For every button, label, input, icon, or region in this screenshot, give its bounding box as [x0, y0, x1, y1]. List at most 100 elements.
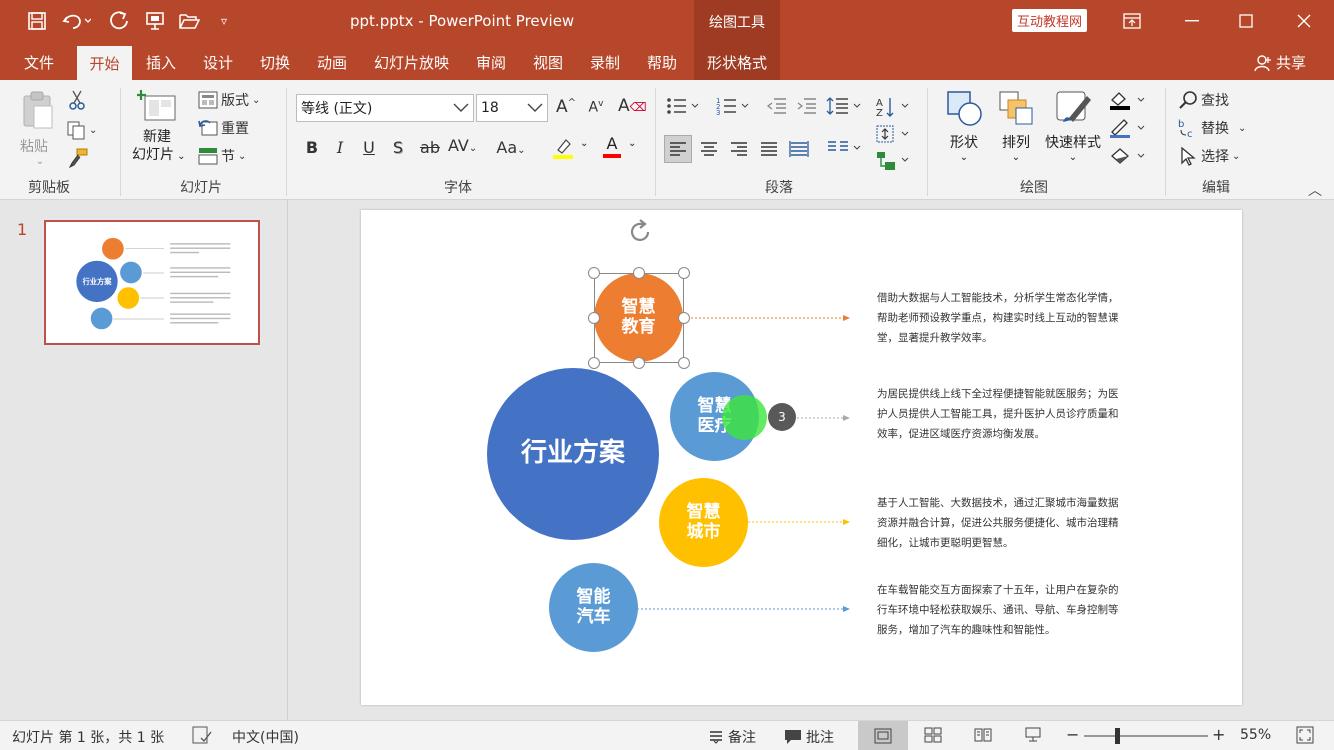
quick-styles-button[interactable]: 快速样式 ⌄ — [1040, 88, 1106, 163]
align-left-button[interactable] — [664, 135, 692, 163]
cut-icon[interactable] — [68, 90, 86, 110]
chevron-down-icon[interactable]: ⌄ — [580, 138, 588, 149]
medical-description[interactable]: 为居民提供线上线下全过程便捷智能就医服务；为医护人员提供人工智能工具，提升医护人… — [877, 384, 1127, 444]
resize-handle[interactable] — [588, 357, 600, 369]
car-circle[interactable]: 智能 汽车 — [549, 563, 638, 652]
reset-button[interactable]: 重置 — [198, 118, 249, 138]
smartart-icon[interactable] — [876, 150, 910, 176]
collapse-ribbon-icon[interactable]: ︿ — [1308, 180, 1322, 200]
shadow-button[interactable]: S — [386, 138, 410, 157]
align-center-icon[interactable] — [696, 136, 722, 166]
car-description[interactable]: 在车载智能交互方面探索了十五年，让用户在复杂的行车环境中轻松获取娱乐、通讯、导航… — [877, 580, 1127, 640]
font-color-button[interactable]: A — [600, 134, 624, 160]
resize-handle[interactable] — [633, 357, 645, 369]
justify-icon[interactable] — [756, 136, 782, 166]
tab-insert[interactable]: 插入 — [146, 44, 176, 80]
layout-button[interactable]: 版式 ⌄ — [198, 90, 260, 110]
bold-button[interactable]: B — [300, 138, 324, 157]
redo-icon[interactable] — [106, 8, 132, 34]
resize-handle[interactable] — [678, 267, 690, 279]
language-status[interactable]: 中文(中国) — [232, 727, 299, 747]
minimize-icon[interactable] — [1172, 6, 1212, 36]
underline-button[interactable]: U — [357, 138, 381, 157]
shape-effects-icon[interactable] — [1108, 146, 1148, 170]
zoom-in-icon[interactable]: + — [1212, 725, 1225, 744]
slide-sorter-icon[interactable] — [924, 727, 942, 743]
tab-record[interactable]: 录制 — [590, 44, 620, 80]
replace-button[interactable]: bc 替换 ⌄ — [1178, 118, 1246, 138]
tab-home[interactable]: 开始 — [77, 46, 132, 80]
paste-button[interactable]: 粘贴 ⌄ — [20, 90, 60, 167]
tab-review[interactable]: 审阅 — [476, 44, 506, 80]
rotate-handle-icon[interactable] — [626, 218, 654, 250]
bullets-icon[interactable] — [666, 96, 700, 120]
close-icon[interactable] — [1284, 6, 1324, 36]
resize-handle[interactable] — [678, 357, 690, 369]
shapes-button[interactable]: 形状 ⌄ — [942, 88, 986, 163]
tab-slideshow[interactable]: 幻灯片放映 — [374, 44, 449, 80]
fit-to-window-icon[interactable] — [1296, 726, 1314, 744]
decrease-font-icon[interactable]: Av — [584, 99, 608, 116]
tab-help[interactable]: 帮助 — [647, 44, 677, 80]
resize-handle[interactable] — [678, 312, 690, 324]
zoom-level[interactable]: 55% — [1240, 727, 1271, 743]
select-button[interactable]: 选择 ⌄ — [1178, 146, 1240, 166]
section-button[interactable]: 节 ⌄ — [198, 146, 246, 166]
chevron-down-icon[interactable]: ⌄ — [628, 138, 636, 149]
find-button[interactable]: 查找 — [1178, 90, 1229, 110]
animation-path-marker[interactable] — [722, 395, 767, 440]
distributed-icon[interactable] — [786, 136, 812, 166]
numbering-icon[interactable]: 123 — [716, 96, 750, 120]
center-circle[interactable]: 行业方案 — [487, 368, 659, 540]
comments-button[interactable]: 批注 — [784, 727, 834, 747]
slide-canvas[interactable]: 行业方案 智慧 教育 智慧 医疗 智慧 城市 智能 汽车 3 借助大数据与人工智能技术，… — [361, 210, 1242, 705]
shape-fill-icon[interactable] — [1108, 90, 1148, 114]
present-icon[interactable] — [142, 8, 168, 34]
decrease-indent-icon[interactable] — [766, 96, 788, 120]
clear-format-icon[interactable]: A⌫ — [618, 96, 647, 116]
ribbon-display-icon[interactable] — [1112, 6, 1152, 36]
font-name-select[interactable]: 等线 (正文) — [296, 94, 474, 122]
maximize-icon[interactable] — [1226, 6, 1266, 36]
resize-handle[interactable] — [633, 267, 645, 279]
brand-button[interactable]: 互动教程网 — [1012, 9, 1088, 32]
zoom-slider-thumb[interactable] — [1115, 728, 1120, 744]
format-painter-icon[interactable] — [68, 148, 88, 168]
resize-handle[interactable] — [588, 267, 600, 279]
line-spacing-icon[interactable] — [826, 96, 862, 120]
arrange-button[interactable]: 排列 ⌄ — [994, 88, 1038, 163]
tab-animations[interactable]: 动画 — [317, 44, 347, 80]
animation-order-badge[interactable]: 3 — [768, 403, 796, 431]
copy-button[interactable]: ⌄ — [66, 120, 97, 140]
tab-view[interactable]: 视图 — [533, 44, 563, 80]
resize-handle[interactable] — [588, 312, 600, 324]
change-case-button[interactable]: Aa⌄ — [496, 138, 526, 157]
slide-thumbnail[interactable]: 行业方案 — [44, 220, 260, 345]
tab-transitions[interactable]: 切换 — [260, 44, 290, 80]
open-folder-icon[interactable] — [176, 8, 202, 34]
save-icon[interactable] — [24, 8, 50, 34]
align-text-icon[interactable] — [876, 124, 910, 148]
font-size-select[interactable]: 18 — [476, 94, 548, 122]
char-spacing-button[interactable]: AV⌄ — [448, 136, 477, 155]
tab-file[interactable]: 文件 — [24, 44, 54, 80]
align-right-icon[interactable] — [726, 136, 752, 166]
text-direction-icon[interactable]: AZ — [876, 96, 910, 122]
zoom-slider[interactable] — [1084, 728, 1208, 744]
accessibility-icon[interactable] — [192, 726, 212, 744]
highlight-color-button[interactable] — [552, 136, 576, 160]
new-slide-button[interactable]: 新建 幻灯片 ⌄ — [132, 88, 186, 166]
slideshow-view-icon[interactable] — [1024, 727, 1042, 743]
customize-icon[interactable]: ▿ — [214, 8, 234, 34]
shape-outline-icon[interactable] — [1108, 118, 1148, 142]
share-button[interactable]: 共享 — [1254, 52, 1306, 73]
tab-shape-format[interactable]: 形状格式 — [694, 44, 780, 80]
normal-view-button[interactable] — [858, 721, 908, 750]
increase-font-icon[interactable]: A^ — [554, 97, 578, 117]
city-circle[interactable]: 智慧 城市 — [659, 478, 748, 567]
tab-design[interactable]: 设计 — [203, 44, 233, 80]
reading-view-icon[interactable] — [974, 727, 992, 743]
city-description[interactable]: 基于人工智能、大数据技术，通过汇聚城市海量数据资源并融合计算，促进公共服务便捷化… — [877, 493, 1127, 553]
notes-button[interactable]: 备注 — [708, 727, 756, 747]
undo-icon[interactable] — [58, 8, 94, 34]
